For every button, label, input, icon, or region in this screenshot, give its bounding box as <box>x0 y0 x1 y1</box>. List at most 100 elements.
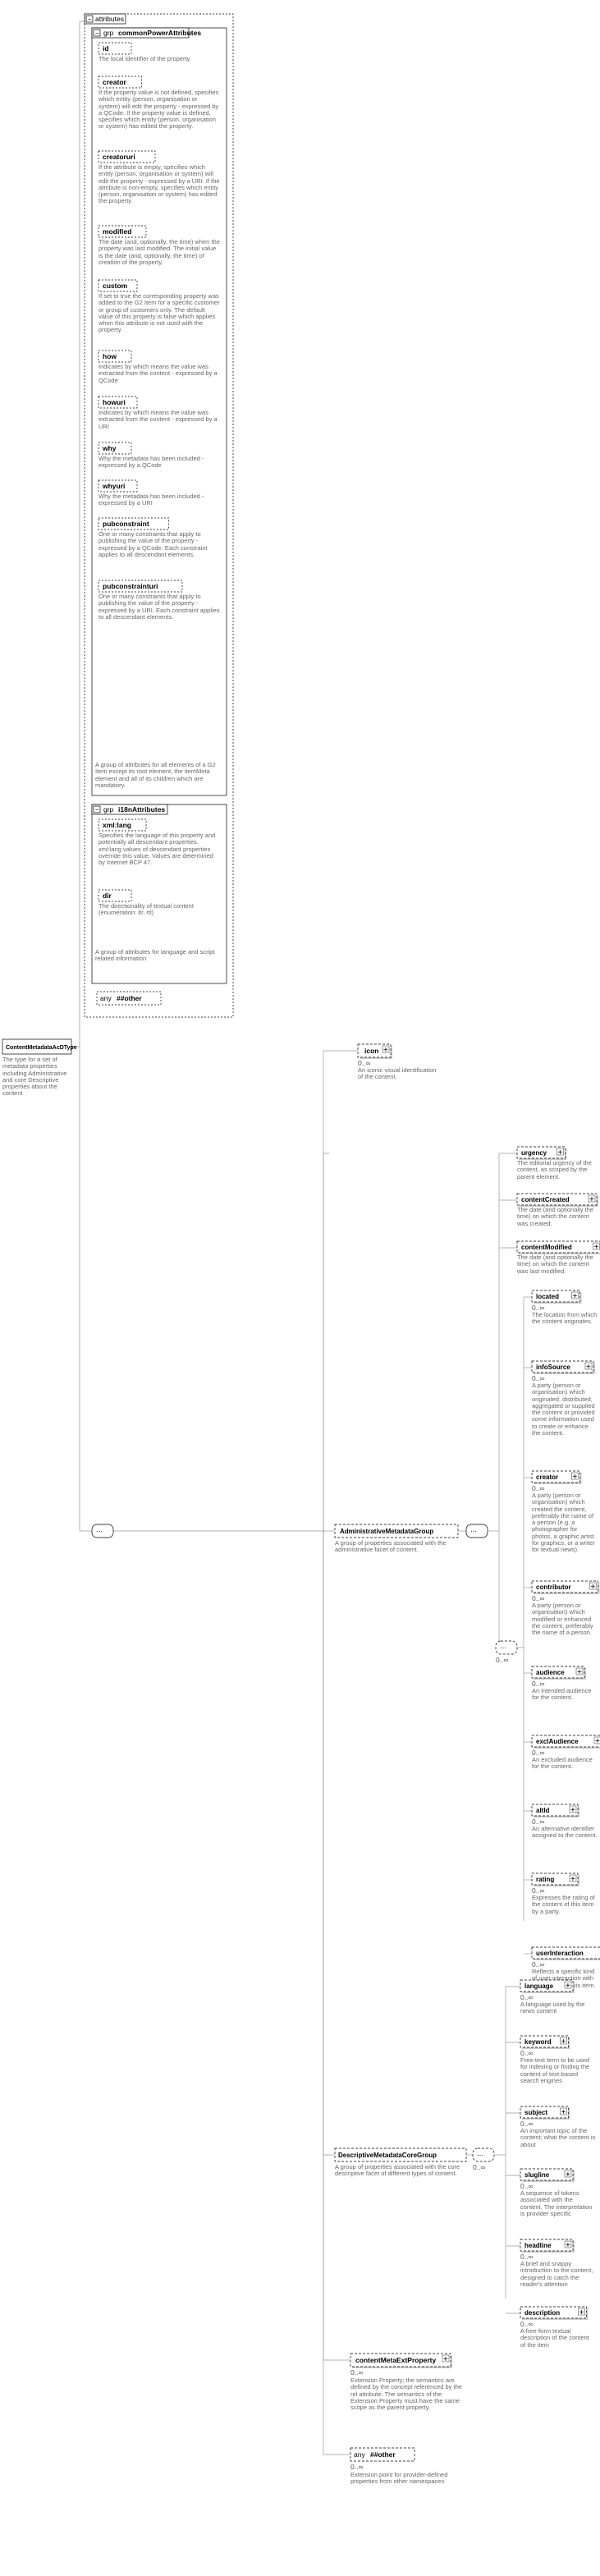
attr-label-xml:lang: xml:lang <box>103 821 131 829</box>
svg-text:grp: grp <box>103 805 114 814</box>
element-label-description: description <box>524 2309 560 2317</box>
svg-text:+: + <box>573 1292 578 1301</box>
element-desc-located: The location from which the content orig… <box>532 1312 598 1326</box>
element-label-contributor: contributor <box>536 1584 571 1591</box>
svg-text:⋯: ⋯ <box>470 1528 477 1535</box>
element-occ-located: 0..∞ <box>532 1304 545 1312</box>
attr-label-dir: dir <box>103 892 112 900</box>
element-occ-infoSource: 0..∞ <box>532 1374 545 1382</box>
icon-occ: 0..∞ <box>358 1059 371 1067</box>
element-desc-exclAudience: An excluded audience for the content. <box>532 1757 598 1771</box>
attr-label-pubconstrainturi: pubconstrainturi <box>103 582 158 590</box>
element-occ-rating: 0..∞ <box>532 1886 545 1895</box>
element-occ-description: 0..∞ <box>520 2320 534 2328</box>
svg-text:−: − <box>95 806 99 814</box>
svg-text:+: + <box>566 1982 570 1991</box>
attr-desc-id: The local identifier of the property. <box>98 56 220 62</box>
ext-element-label: contentMetaExtProperty <box>355 2356 437 2364</box>
any-element-desc: Extension point for provider-defined pro… <box>350 2472 449 2486</box>
svg-text:+: + <box>573 1473 578 1482</box>
element-label-infoSource: infoSource <box>536 1364 570 1371</box>
element-label-language: language <box>524 1982 554 1990</box>
svg-text:+: + <box>570 1875 575 1884</box>
element-desc-rating: Expresses the rating of the content of t… <box>532 1895 598 1915</box>
svg-text:+: + <box>561 2108 566 2117</box>
element-desc-altId: An alternative identifier assigned to th… <box>532 1826 598 1840</box>
attr-label-creator: creator <box>103 78 127 86</box>
element-label-headline: headline <box>524 2242 552 2249</box>
element-label-exclAudience: exclAudience <box>536 1738 579 1745</box>
svg-text:+: + <box>570 1806 575 1815</box>
attr-label-howuri: howuri <box>103 398 126 406</box>
attr-label-creatoruri: creatoruri <box>103 153 135 161</box>
root-sequence <box>92 1524 113 1538</box>
element-occ-altId: 0..∞ <box>532 1817 545 1826</box>
any-element-label: ##other <box>370 2450 396 2459</box>
element-occ-exclAudience: 0..∞ <box>532 1749 545 1757</box>
element-desc-infoSource: A party (person or organisation) which o… <box>532 1382 598 1437</box>
desc-sequence <box>473 2148 494 2161</box>
attr-label-whyuri: whyuri <box>102 482 125 490</box>
element-occ-headline: 0..∞ <box>520 2253 534 2261</box>
svg-text:+: + <box>566 2241 570 2250</box>
svg-text:+: + <box>577 1668 582 1677</box>
attr-desc-xml:lang: Specifies the language of this property … <box>98 832 220 866</box>
attr-desc-custom: If set to true the corresponding propert… <box>98 293 220 334</box>
desc-seq-occ: 0..∞ <box>473 2163 486 2171</box>
svg-text:⋯: ⋯ <box>500 1644 506 1652</box>
svg-text:+: + <box>589 1195 594 1204</box>
element-label-keyword: keyword <box>524 2038 552 2046</box>
desc-group-title: DescriptiveMetadataCoreGroup <box>338 2152 437 2159</box>
element-desc-slugline: A sequence of tokens associated with the… <box>520 2190 596 2217</box>
attr-label-id: id <box>103 44 109 53</box>
any-attr-label: ##other <box>117 994 142 1002</box>
element-label-located: located <box>536 1293 559 1300</box>
attr-desc-howuri: Indicates by which means the value was e… <box>98 410 220 430</box>
svg-text:−: − <box>88 16 92 23</box>
element-desc-contentCreated: The date (and optionally the time) on wh… <box>517 1207 596 1227</box>
admin-sequence <box>466 1524 488 1538</box>
element-label-contentCreated: contentCreated <box>521 1196 570 1203</box>
element-occ-contributor: 0..∞ <box>532 1594 545 1602</box>
group-i18n-title: i18nAttributes <box>118 805 165 814</box>
svg-text:+: + <box>561 2037 566 2047</box>
element-label-contentModified: contentModified <box>521 1244 572 1251</box>
attr-desc-creator: If the property value is not defined, sp… <box>98 89 220 131</box>
element-desc-contentModified: The date (and optionally the time) on wh… <box>517 1254 596 1275</box>
attr-desc-pubconstrainturi: One or many constraints that apply to pu… <box>98 594 220 621</box>
attributes-label: attributes <box>95 15 124 23</box>
group-common-title: commonPowerAttributes <box>118 29 201 37</box>
element-occ-userInteraction: 0..∞ <box>532 1960 545 1969</box>
svg-text:+: + <box>591 1583 596 1592</box>
svg-text:+: + <box>566 2170 570 2180</box>
element-occ-subject: 0..∞ <box>520 2120 534 2128</box>
icon-element-label: icon <box>364 1047 378 1055</box>
svg-text:⋯: ⋯ <box>477 2152 483 2159</box>
element-desc-language: A language used by the news content <box>520 2001 596 2015</box>
element-desc-urgency: The editorial urgency of the content, as… <box>517 1160 596 1180</box>
element-label-userInteraction: userInteraction <box>536 1950 584 1957</box>
element-desc-keyword: Free-text term to be used for indexing o… <box>520 2057 596 2084</box>
element-desc-creator: A party (person or organisation) which c… <box>532 1492 598 1553</box>
svg-text:+: + <box>558 1148 563 1157</box>
element-label-slugline: slugline <box>524 2171 550 2179</box>
element-label-altId: altId <box>536 1807 550 1814</box>
admin-group-title: AdministrativeMetadataGroup <box>340 1528 433 1535</box>
element-desc-audience: An intended audience for the content. <box>532 1688 598 1702</box>
svg-text:+: + <box>383 1046 388 1055</box>
svg-text:+: + <box>595 1737 600 1746</box>
element-desc-description: A free-form textual description of the c… <box>520 2328 596 2349</box>
element-desc-subject: An important topic of the content; what … <box>520 2128 596 2148</box>
admin-sub-sequence <box>496 1641 517 1654</box>
element-label-rating: rating <box>536 1876 554 1883</box>
element-label-urgency: urgency <box>521 1149 547 1157</box>
svg-text:any: any <box>100 994 112 1002</box>
ext-occ: 0..∞ <box>350 2368 364 2377</box>
svg-text:any: any <box>354 2450 365 2459</box>
attr-desc-creatoruri: If the attribute is empty, specifies whi… <box>98 164 220 205</box>
root-type-desc: The type for a set of metadata propertie… <box>2 1057 76 1098</box>
element-occ-slugline: 0..∞ <box>520 2182 534 2190</box>
any-element-occ: 0..∞ <box>350 2463 364 2471</box>
attr-desc-dir: The directionality of textual content (e… <box>98 903 220 916</box>
admin-group-desc: A group of properties associated with th… <box>335 1540 458 1554</box>
